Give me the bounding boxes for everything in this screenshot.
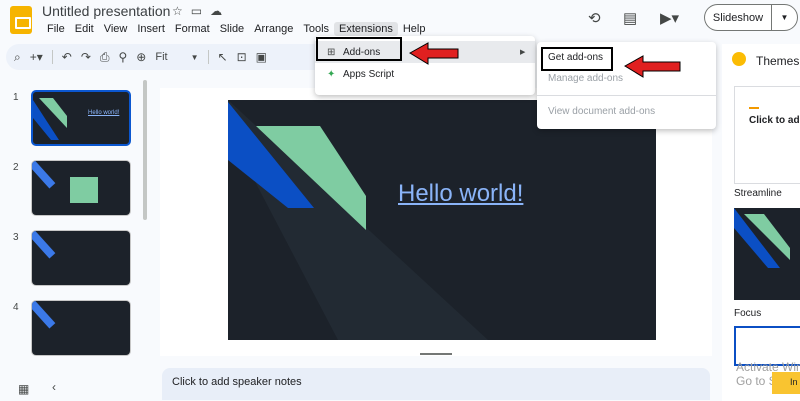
document-title[interactable]: Untitled presentation bbox=[42, 3, 170, 19]
menu-item-apps-script[interactable]: ✦ Apps Script bbox=[315, 63, 535, 85]
thumb-accent bbox=[32, 301, 56, 329]
zoom-select[interactable]: Fit bbox=[155, 51, 167, 63]
slide-number: 2 bbox=[13, 162, 19, 173]
theme-preview-text: Click to add bbox=[749, 115, 800, 126]
slideshow-dropdown[interactable]: ▼ bbox=[771, 4, 798, 31]
slide-filmstrip: 1 Hello world! 2 3 4 bbox=[0, 80, 150, 380]
thumb-square bbox=[70, 177, 98, 203]
chevron-left-icon[interactable]: ‹ bbox=[52, 380, 56, 394]
manage-addons-item[interactable]: Manage add-ons bbox=[548, 73, 623, 84]
undo-icon[interactable]: ↶ bbox=[62, 50, 72, 64]
menu-help[interactable]: Help bbox=[398, 22, 431, 36]
menu-edit[interactable]: Edit bbox=[70, 22, 99, 36]
redo-icon[interactable]: ↷ bbox=[81, 50, 91, 64]
slides-logo[interactable] bbox=[10, 6, 32, 34]
grid-view-icon[interactable]: ▦ bbox=[18, 382, 29, 396]
notes-resize-handle[interactable] bbox=[420, 353, 452, 355]
themes-panel: Themes Click to add Streamline Focus bbox=[722, 44, 800, 401]
thumb-accent bbox=[32, 231, 56, 259]
slide-thumbnail-2[interactable] bbox=[31, 160, 131, 216]
apps-script-icon: ✦ bbox=[327, 68, 336, 80]
menu-bar: File Edit View Insert Format Slide Arran… bbox=[42, 22, 430, 36]
slide-thumbnail-1[interactable]: Hello world! bbox=[31, 90, 131, 146]
theme-streamline[interactable]: Click to add bbox=[734, 86, 800, 184]
annotation-box-get-addons bbox=[541, 47, 613, 71]
slide-title-text[interactable]: Hello world! bbox=[398, 180, 523, 208]
thumb-shapes bbox=[33, 98, 67, 140]
print-icon[interactable]: ⎙ bbox=[100, 50, 110, 65]
textbox-icon[interactable]: ⊡ bbox=[237, 50, 247, 64]
image-icon[interactable]: ▣ bbox=[256, 50, 267, 64]
title-icons: ☆ ▭ ☁ bbox=[172, 4, 222, 18]
theme-name: Focus bbox=[734, 308, 762, 319]
zoom-icon[interactable]: ⊕ bbox=[136, 50, 146, 64]
toolbar: ⌕ +▾ ↶ ↷ ⎙ ⚲ ⊕ Fit ▼ ↖ ⊡ ▣ bbox=[6, 44, 336, 70]
view-document-addons-item[interactable]: View document add-ons bbox=[548, 106, 655, 117]
menu-format[interactable]: Format bbox=[170, 22, 215, 36]
menu-slide[interactable]: Slide bbox=[215, 22, 249, 36]
folder-icon[interactable]: ▭ bbox=[191, 4, 202, 18]
chevron-down-icon: ▼ bbox=[780, 13, 789, 22]
divider bbox=[537, 95, 716, 96]
paint-format-icon[interactable]: ⚲ bbox=[119, 50, 128, 64]
menu-item-label: Apps Script bbox=[343, 68, 395, 80]
search-icon[interactable]: ⌕ bbox=[14, 50, 21, 65]
thumb-text: Hello world! bbox=[88, 110, 120, 116]
star-icon[interactable]: ☆ bbox=[172, 4, 183, 18]
themes-title: Themes bbox=[756, 54, 800, 68]
menu-file[interactable]: File bbox=[42, 22, 70, 36]
menu-tools[interactable]: Tools bbox=[298, 22, 334, 36]
slide-number: 4 bbox=[13, 302, 19, 313]
theme-focus[interactable] bbox=[734, 208, 800, 300]
slide-shapes bbox=[228, 100, 488, 340]
filmstrip-scrollbar[interactable] bbox=[143, 80, 147, 220]
menu-arrange[interactable]: Arrange bbox=[249, 22, 298, 36]
install-chip[interactable]: In bbox=[772, 372, 800, 394]
theme-accent bbox=[749, 107, 759, 109]
annotation-box-addons bbox=[316, 37, 402, 61]
menu-view[interactable]: View bbox=[99, 22, 133, 36]
slide-thumbnail-4[interactable] bbox=[31, 300, 131, 356]
slide-number: 3 bbox=[13, 232, 19, 243]
menu-extensions[interactable]: Extensions bbox=[334, 22, 398, 36]
slide-number: 1 bbox=[13, 92, 19, 103]
submenu-arrow-icon: ▶ bbox=[520, 49, 526, 56]
divider bbox=[207, 50, 209, 64]
add-icon[interactable]: +▾ bbox=[30, 50, 43, 64]
chevron-down-icon[interactable]: ▼ bbox=[191, 53, 199, 62]
speaker-notes[interactable]: Click to add speaker notes bbox=[162, 368, 710, 400]
divider bbox=[51, 50, 53, 64]
focus-shapes bbox=[734, 208, 790, 268]
slide-thumbnail-3[interactable] bbox=[31, 230, 131, 286]
slideshow-button[interactable]: Slideshow bbox=[704, 4, 771, 31]
meet-icon[interactable]: ▶▾ bbox=[660, 9, 679, 27]
current-slide[interactable]: Hello world! bbox=[228, 100, 656, 340]
slides-app: Untitled presentation ☆ ▭ ☁ File Edit Vi… bbox=[0, 0, 800, 401]
history-icon[interactable]: ⟲ bbox=[588, 9, 601, 27]
thumb-accent bbox=[32, 161, 56, 189]
comment-icon[interactable]: ▤ bbox=[623, 9, 637, 27]
cloud-icon[interactable]: ☁ bbox=[210, 4, 222, 18]
menu-insert[interactable]: Insert bbox=[132, 22, 170, 36]
theme-name: Streamline bbox=[734, 188, 782, 199]
select-icon[interactable]: ↖ bbox=[218, 50, 228, 64]
palette-icon bbox=[732, 52, 746, 66]
